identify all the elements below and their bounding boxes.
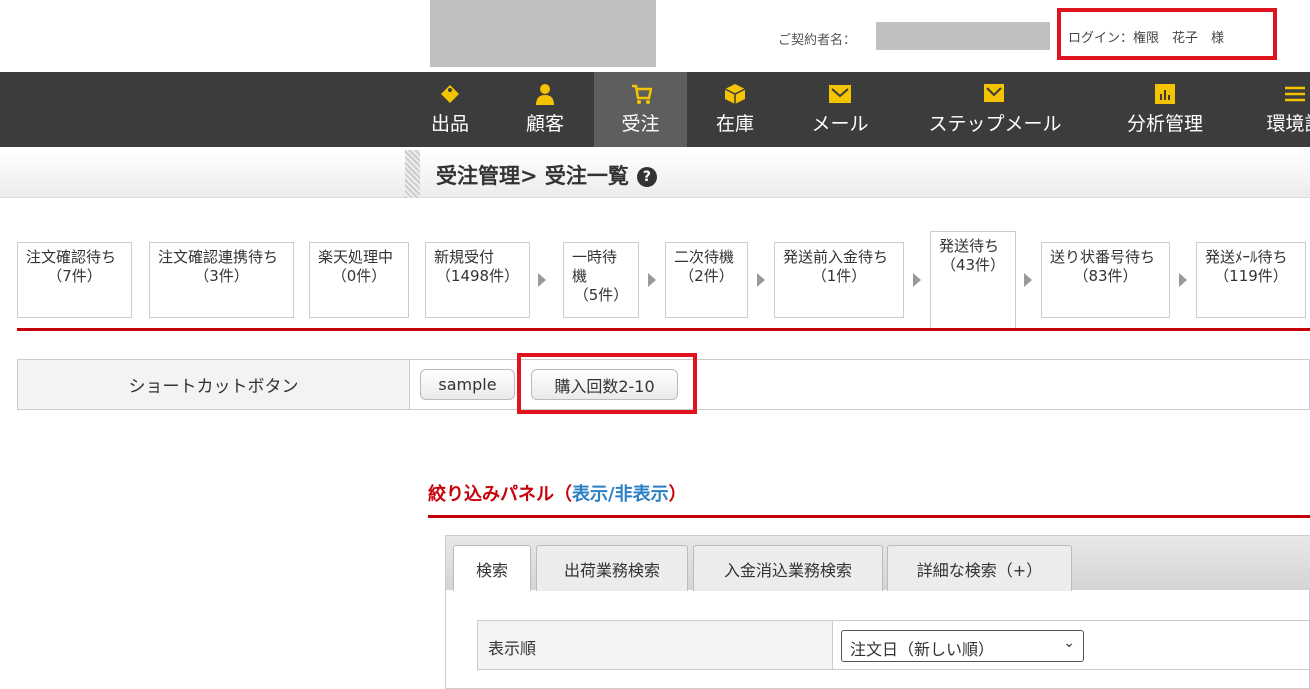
status-tracking[interactable]: 送り状番号待ち （83件）	[1041, 242, 1170, 318]
nav-item-customer[interactable]: 顧客	[515, 72, 575, 147]
filter-title-close: ）	[668, 484, 687, 505]
status-prepay[interactable]: 発送前入金待ち （1件）	[774, 242, 904, 318]
status-label: 送り状番号待ち	[1050, 248, 1156, 266]
box-icon	[724, 83, 746, 105]
sort-label: 表示順	[477, 620, 833, 670]
arrow-right-icon	[1179, 273, 1187, 287]
arrow-right-icon	[648, 273, 656, 287]
status-count: （3件）	[194, 267, 249, 285]
login-user: ログイン：権限 花子 様	[1068, 31, 1225, 46]
tab-advanced-search[interactable]: 詳細な検索（+）	[887, 545, 1072, 591]
status-ship-wait-active[interactable]: 発送待ち （43件）	[930, 231, 1016, 328]
shortcut-sample-button[interactable]: sample	[420, 369, 515, 400]
status-label: 新規受付	[434, 248, 495, 266]
nav-item-listing[interactable]: 出品	[425, 72, 475, 147]
filter-panel-title: 絞り込みパネル（表示/非表示）	[428, 480, 687, 506]
tab-search[interactable]: 検索	[453, 545, 531, 591]
status-rakuten[interactable]: 楽天処理中 （0件）	[309, 242, 409, 318]
chart-icon	[1154, 83, 1176, 105]
arrow-right-icon	[757, 273, 765, 287]
contract-name-redacted	[876, 22, 1050, 50]
chevron-down-icon: ⌄	[1063, 635, 1075, 651]
step-mail-icon	[984, 83, 1006, 105]
nav-label: メール	[811, 113, 869, 135]
shortcut-highlight	[517, 353, 697, 414]
tab-payment-search[interactable]: 入金消込業務検索	[693, 545, 883, 591]
status-count: （2件）	[679, 267, 734, 285]
status-ship-mail[interactable]: 発送ﾒｰﾙ待ち （119件）	[1196, 242, 1306, 318]
cart-icon	[630, 83, 652, 105]
nav-label: 受注	[621, 113, 660, 135]
nav-label: ステップメール	[928, 113, 1062, 135]
contract-label: ご契約者名：	[778, 33, 857, 48]
tag-icon	[439, 83, 461, 105]
nav-label: 出品	[430, 113, 469, 135]
nav-item-orders[interactable]: 受注	[594, 72, 687, 147]
user-icon	[534, 83, 556, 105]
filter-title-text: 絞り込みパネル（	[428, 484, 572, 505]
nav-item-mail[interactable]: メール	[800, 72, 880, 147]
status-new[interactable]: 新規受付 （1498件）	[425, 242, 530, 318]
status-order-confirm[interactable]: 注文確認待ち （7件）	[17, 242, 132, 318]
status-label: 注文確認待ち	[26, 248, 117, 266]
status-label: 発送前入金待ち	[783, 248, 889, 266]
nav-item-stock[interactable]: 在庫	[705, 72, 765, 147]
mail-icon	[829, 83, 851, 105]
status-label: 一時待機	[572, 248, 618, 285]
nav-label: 分析管理	[1126, 113, 1203, 135]
status-confirm-link[interactable]: 注文確認連携待ち （3件）	[149, 242, 294, 318]
status-label: 二次待機	[674, 248, 735, 266]
filter-divider	[428, 515, 1310, 518]
settings-icon	[1284, 83, 1306, 105]
sort-select[interactable]: 注文日（新しい順） ⌄	[841, 630, 1084, 662]
status-count: （43件）	[940, 256, 1006, 274]
status-count: （83件）	[1073, 267, 1138, 285]
divider	[17, 328, 1310, 331]
status-label: 注文確認連携待ち	[158, 248, 279, 266]
filter-toggle-link[interactable]: 表示/非表示	[572, 484, 669, 505]
status-count: （0件）	[331, 267, 387, 285]
status-label: 楽天処理中	[318, 248, 394, 266]
nav-item-analytics[interactable]: 分析管理	[1115, 72, 1215, 147]
arrow-right-icon	[538, 273, 546, 287]
status-count: （5件）	[573, 286, 629, 304]
arrow-right-icon	[913, 273, 921, 287]
status-label: 発送ﾒｰﾙ待ち	[1205, 248, 1288, 266]
shortcut-label: ショートカットボタン	[17, 359, 410, 410]
status-second-hold[interactable]: 二次待機 （2件）	[665, 242, 748, 318]
nav-label: 在庫	[715, 113, 754, 135]
arrow-right-icon	[1024, 273, 1032, 287]
nav-label: 環境設	[1266, 113, 1310, 135]
status-count: （1498件）	[435, 267, 520, 285]
status-hold[interactable]: 一時待機 （5件）	[563, 242, 639, 318]
page-title-text: 受注管理> 受注一覧	[436, 164, 629, 188]
nav-label: 顧客	[525, 113, 564, 135]
main-nav: 出品 顧客 受注 在庫 メール ステップメール 分析管理 環境設	[0, 72, 1310, 147]
status-count: （7件）	[47, 267, 102, 285]
title-decoration	[405, 150, 420, 198]
sort-value: 注文日（新しい順）	[850, 640, 995, 659]
page-title: 受注管理> 受注一覧?	[436, 160, 657, 190]
tab-shipping-search[interactable]: 出荷業務検索	[536, 545, 688, 591]
nav-item-settings[interactable]: 環境設	[1255, 72, 1310, 147]
status-count: （119件）	[1214, 267, 1288, 285]
status-label: 発送待ち	[939, 237, 1000, 255]
logo-placeholder	[430, 0, 656, 67]
help-icon[interactable]: ?	[636, 167, 657, 187]
nav-item-step-mail[interactable]: ステップメール	[915, 72, 1075, 147]
status-count: （1件）	[811, 267, 867, 285]
